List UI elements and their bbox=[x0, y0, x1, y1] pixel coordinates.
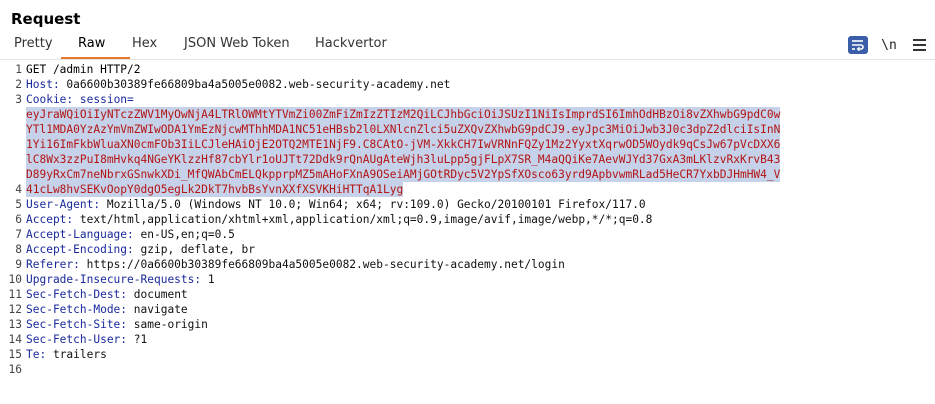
jwt-token-text[interactable]: eyJraWQiOiIyNTczZWV1MyOwNjA4LTRlOWMtYTVm… bbox=[26, 107, 781, 122]
header-line: Sec-Fetch-User: ?1 bbox=[26, 332, 926, 347]
request-line: GET /admin HTTP/2 bbox=[26, 63, 141, 76]
header-line: Accept-Encoding: gzip, deflate, br bbox=[26, 242, 926, 257]
tab-raw[interactable]: Raw bbox=[78, 36, 105, 51]
line-number: 12 bbox=[8, 303, 22, 316]
header-line: Te: trailers bbox=[26, 347, 926, 362]
header-name: Cookie: bbox=[26, 93, 74, 106]
jwt-token-line: eyJraWQiOiIyNTczZWV1MyOwNjA4LTRlOWMtYTVm… bbox=[26, 107, 926, 122]
jwt-token-line: D89yRxCm7neNbrxGSnwkXDi_MfQWAbCmELQkpprp… bbox=[26, 167, 926, 182]
jwt-token-line: lC8Wx3zzPuI8mHvkq4NGeYKlzzHf87cbYlr1oUJT… bbox=[26, 152, 926, 167]
header-value: text/html,application/xhtml+xml,applicat… bbox=[73, 213, 653, 226]
header-value: 1 bbox=[201, 273, 215, 286]
header-line: Upgrade-Insecure-Requests: 1 bbox=[26, 272, 926, 287]
header-value: https://0a6600b30389fe66809ba4a5005e0082… bbox=[79, 258, 565, 271]
line-number: 13 bbox=[8, 318, 22, 331]
line-number: 9 bbox=[15, 258, 22, 271]
tab-pretty[interactable]: Pretty bbox=[14, 36, 53, 51]
line-number: 15 bbox=[8, 348, 22, 361]
header-line: Sec-Fetch-Dest: document bbox=[26, 287, 926, 302]
line-number bbox=[0, 137, 22, 152]
line-number: 8 bbox=[15, 243, 22, 256]
header-name: Sec-Fetch-Mode: bbox=[26, 303, 128, 316]
header-value: en-US,en;q=0.5 bbox=[133, 228, 235, 241]
header-line: User-Agent: Mozilla/5.0 (Windows NT 10.0… bbox=[26, 197, 926, 212]
line-number: 16 bbox=[8, 363, 22, 376]
jwt-token-line: 41cLw8hvSEKvOopY0dgO5egLk2DkT7hvbBsYvnXX… bbox=[26, 182, 926, 197]
line-number bbox=[0, 152, 22, 167]
header-name: Sec-Fetch-Dest: bbox=[26, 288, 128, 301]
line-number: 11 bbox=[8, 288, 22, 301]
hamburger-menu-icon[interactable] bbox=[912, 36, 926, 54]
line-number: 14 bbox=[8, 333, 22, 346]
line-number: 6 bbox=[15, 213, 22, 226]
header-name: Host: bbox=[26, 78, 60, 91]
line-number bbox=[0, 107, 22, 122]
header-line: Host: 0a6600b30389fe66809ba4a5005e0082.w… bbox=[26, 77, 926, 92]
request-editor[interactable]: 1 2 3 4 5 6 7 8 9 10 11 12 13 14 15 16 GET /admin HTTP/… bbox=[0, 62, 935, 404]
header-value: trailers bbox=[46, 348, 107, 361]
jwt-token-text[interactable]: YTl1MDA0YzAzYmVmZWIwODA1YmEzNjcwMThhMDA1… bbox=[26, 122, 781, 137]
cookie-key: session= bbox=[73, 93, 134, 106]
raw-request-text[interactable]: GET /admin HTTP/2 Host: 0a6600b30389fe66… bbox=[26, 62, 926, 392]
header-name: Te: bbox=[26, 348, 47, 361]
tab-hex[interactable]: Hex bbox=[132, 36, 157, 51]
show-newlines-button[interactable]: \n bbox=[880, 36, 898, 54]
empty-line bbox=[26, 362, 926, 377]
header-name: Referer: bbox=[26, 258, 80, 271]
header-name: Accept-Encoding: bbox=[26, 243, 134, 256]
header-name: User-Agent: bbox=[26, 198, 101, 211]
header-line: Accept: text/html,application/xhtml+xml,… bbox=[26, 212, 926, 227]
line-number: 1 bbox=[15, 63, 22, 76]
line-number-gutter: 1 2 3 4 5 6 7 8 9 10 11 12 13 14 15 16 bbox=[0, 62, 22, 377]
wrap-lines-button[interactable] bbox=[848, 36, 868, 54]
empty-line bbox=[26, 377, 926, 392]
header-value: document bbox=[127, 288, 188, 301]
header-name: Accept: bbox=[26, 213, 74, 226]
jwt-token-text[interactable]: lC8Wx3zzPuI8mHvkq4NGeYKlzzHf87cbYlr1oUJT… bbox=[26, 152, 781, 167]
header-line: Referer: https://0a6600b30389fe66809ba4a… bbox=[26, 257, 926, 272]
line-number: 3 bbox=[15, 93, 22, 106]
header-value: gzip, deflate, br bbox=[133, 243, 256, 256]
tab-divider bbox=[0, 59, 935, 60]
line-number bbox=[0, 122, 22, 137]
jwt-token-line: YTl1MDA0YzAzYmVmZWIwODA1YmEzNjcwMThhMDA1… bbox=[26, 122, 926, 137]
line-number: 5 bbox=[15, 198, 22, 211]
header-name: Sec-Fetch-User: bbox=[26, 333, 128, 346]
header-line: Sec-Fetch-Site: same-origin bbox=[26, 317, 926, 332]
cookie-line: Cookie: session= bbox=[26, 92, 926, 107]
header-name: Accept-Language: bbox=[26, 228, 134, 241]
line-number: 2 bbox=[15, 78, 22, 91]
tab-json-web-token[interactable]: JSON Web Token bbox=[184, 36, 290, 51]
header-value: same-origin bbox=[127, 318, 208, 331]
header-name: Upgrade-Insecure-Requests: bbox=[26, 273, 202, 286]
header-value: 0a6600b30389fe66809ba4a5005e0082.web-sec… bbox=[59, 78, 451, 91]
header-line: Accept-Language: en-US,en;q=0.5 bbox=[26, 227, 926, 242]
line-number: 4 bbox=[15, 183, 22, 196]
header-line: Sec-Fetch-Mode: navigate bbox=[26, 302, 926, 317]
line-number: 10 bbox=[8, 273, 22, 286]
header-value: ?1 bbox=[127, 333, 148, 346]
line-number: 7 bbox=[15, 228, 22, 241]
wrap-lines-icon bbox=[852, 40, 864, 51]
jwt-token-text[interactable]: 1Yi16ImFkbWluaXN0cmFOb3IiLCJleHAiOjE2OTQ… bbox=[26, 137, 781, 152]
header-value: navigate bbox=[127, 303, 188, 316]
header-name: Sec-Fetch-Site: bbox=[26, 318, 128, 331]
jwt-token-text[interactable]: D89yRxCm7neNbrxGSnwkXDi_MfQWAbCmELQkpprp… bbox=[26, 167, 781, 182]
jwt-token-text[interactable]: 41cLw8hvSEKvOopY0dgO5egLk2DkT7hvbBsYvnXX… bbox=[26, 182, 404, 197]
line-number bbox=[0, 167, 22, 182]
tab-hackvertor[interactable]: Hackvertor bbox=[315, 36, 387, 51]
panel-title: Request bbox=[11, 10, 81, 28]
jwt-token-line: 1Yi16ImFkbWluaXN0cmFOb3IiLCJleHAiOjE2OTQ… bbox=[26, 137, 926, 152]
header-value: Mozilla/5.0 (Windows NT 10.0; Win64; x64… bbox=[100, 198, 646, 211]
